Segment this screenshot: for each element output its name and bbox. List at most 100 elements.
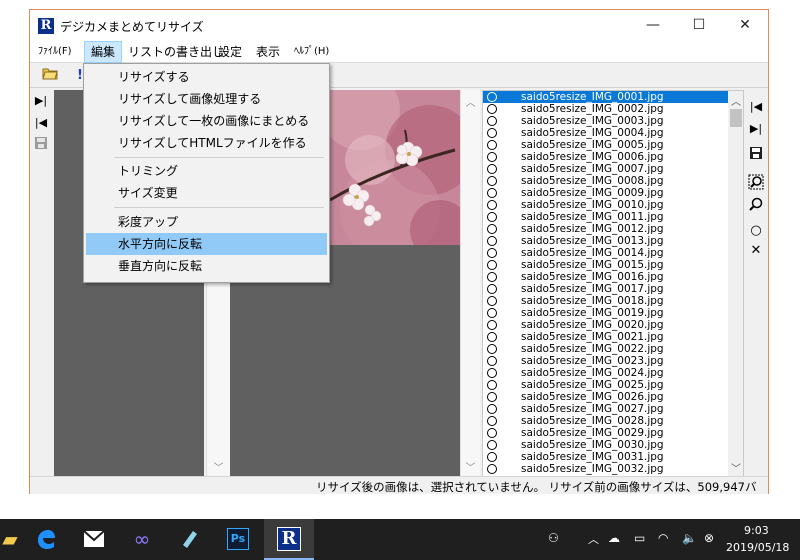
save-disabled-icon[interactable] (32, 136, 50, 154)
file-list-item[interactable]: saido5resize_IMG_0022.jpg (483, 343, 728, 355)
open-folder-icon[interactable] (40, 66, 60, 86)
menu-item-resize-html[interactable]: リサイズしてHTMLファイルを作る (86, 132, 327, 154)
circle-status-icon (487, 212, 497, 222)
file-list-item[interactable]: saido5resize_IMG_0003.jpg (483, 115, 728, 127)
file-list-scrollbar[interactable]: ︿ ﹀ (728, 91, 743, 477)
menu-item-flip-vertical[interactable]: 垂直方向に反転 (86, 255, 327, 277)
preview-scrollbar[interactable]: ︿ ﹀ (460, 90, 480, 478)
clock-date[interactable]: 2019/05/18 (726, 541, 789, 554)
file-list-item[interactable]: saido5resize_IMG_0015.jpg (483, 259, 728, 271)
file-list-item[interactable]: saido5resize_IMG_0026.jpg (483, 391, 728, 403)
file-list-item[interactable]: saido5resize_IMG_0006.jpg (483, 151, 728, 163)
file-list-item[interactable]: saido5resize_IMG_0018.jpg (483, 295, 728, 307)
circle-status-icon (487, 272, 497, 282)
cross-mark-icon[interactable]: ✕ (747, 242, 765, 260)
file-list-item[interactable]: saido5resize_IMG_0007.jpg (483, 163, 728, 175)
move-left-icon[interactable]: |◀ (32, 114, 50, 132)
menu-item-resize-and-process[interactable]: リサイズして画像処理する (86, 88, 327, 110)
menu-view[interactable]: 表示 (250, 41, 286, 63)
menu-settings[interactable]: 設定 (212, 41, 248, 63)
file-name: saido5resize_IMG_0024.jpg (521, 367, 664, 379)
file-list-item[interactable]: saido5resize_IMG_0011.jpg (483, 211, 728, 223)
circle-status-icon (487, 152, 497, 162)
file-list-item[interactable]: saido5resize_IMG_0002.jpg (483, 103, 728, 115)
file-list-item[interactable]: saido5resize_IMG_0016.jpg (483, 271, 728, 283)
file-list-item[interactable]: saido5resize_IMG_0001.jpg (483, 91, 728, 103)
file-list-item[interactable]: saido5resize_IMG_0023.jpg (483, 355, 728, 367)
file-list-item[interactable]: saido5resize_IMG_0004.jpg (483, 127, 728, 139)
volume-icon[interactable]: 🔈 (682, 531, 697, 545)
scroll-down-icon[interactable]: ﹀ (728, 460, 743, 475)
zoom-icon[interactable] (747, 196, 765, 214)
file-list-item[interactable]: saido5resize_IMG_0030.jpg (483, 439, 728, 451)
menu-edit[interactable]: 編集 (84, 41, 123, 63)
menu-file[interactable]: ﾌｧｲﾙ(F) (32, 41, 78, 63)
file-list-item[interactable]: saido5resize_IMG_0009.jpg (483, 187, 728, 199)
circle-status-icon (487, 308, 497, 318)
clock-time[interactable]: 9:03 (744, 524, 769, 537)
onedrive-cloud-icon[interactable]: ☁ (608, 531, 620, 545)
save-icon[interactable] (747, 146, 765, 164)
circle-status-icon (487, 368, 497, 378)
mail-icon[interactable] (70, 519, 118, 560)
menu-item-saturation-up[interactable]: 彩度アップ (86, 211, 327, 233)
file-name: saido5resize_IMG_0010.jpg (521, 199, 664, 211)
resize-app-taskbar-button[interactable]: R (264, 519, 314, 560)
file-list-item[interactable]: saido5resize_IMG_0032.jpg (483, 463, 728, 475)
file-list-item[interactable]: saido5resize_IMG_0019.jpg (483, 307, 728, 319)
file-list-item[interactable]: saido5resize_IMG_0027.jpg (483, 403, 728, 415)
file-list-item[interactable]: saido5resize_IMG_0017.jpg (483, 283, 728, 295)
file-list-item[interactable]: saido5resize_IMG_0005.jpg (483, 139, 728, 151)
file-list-item[interactable]: saido5resize_IMG_0021.jpg (483, 331, 728, 343)
file-name: saido5resize_IMG_0006.jpg (521, 151, 664, 163)
battery-icon[interactable]: ▭ (634, 531, 645, 545)
file-list[interactable]: saido5resize_IMG_0001.jpg saido5resize_IM… (482, 90, 744, 478)
file-name: saido5resize_IMG_0013.jpg (521, 235, 664, 247)
move-left-icon[interactable]: |◀ (747, 98, 765, 116)
circle-mark-icon[interactable]: ○ (747, 222, 765, 240)
chevron-up-icon[interactable]: ︿ (588, 531, 599, 547)
scrollbar-thumb[interactable] (730, 109, 742, 127)
notification-icon[interactable]: ⊗ (704, 531, 714, 545)
resize-app-icon: R (277, 527, 301, 551)
file-list-item[interactable]: saido5resize_IMG_0008.jpg (483, 175, 728, 187)
minimize-button[interactable]: — (630, 10, 676, 41)
scroll-up-icon[interactable]: ︿ (461, 94, 480, 109)
scroll-down-icon[interactable]: ﹀ (461, 459, 480, 474)
edge-browser-icon[interactable] (22, 519, 70, 560)
menu-item-flip-horizontal[interactable]: 水平方向に反転 (86, 233, 327, 255)
move-right-icon[interactable]: ▶| (747, 120, 765, 138)
file-list-item[interactable]: saido5resize_IMG_0012.jpg (483, 223, 728, 235)
notes-app-icon[interactable] (166, 519, 214, 560)
menu-item-trimming[interactable]: トリミング (86, 160, 327, 182)
file-list-item[interactable]: saido5resize_IMG_0028.jpg (483, 415, 728, 427)
taskbar: ▰ ∞ Ps R ⚇ ︿ ☁ ▭ ◠ 🔈 ⊗ 9:03 2019/05/18 (0, 519, 800, 560)
menu-item-size-change[interactable]: サイズ変更 (86, 182, 327, 204)
people-icon[interactable]: ⚇ (548, 531, 559, 545)
file-list-item[interactable]: saido5resize_IMG_0013.jpg (483, 235, 728, 247)
file-list-item[interactable]: saido5resize_IMG_0020.jpg (483, 319, 728, 331)
title-bar[interactable]: R デジカメまとめてリサイズ — ☐ ✕ (30, 10, 768, 41)
zoom-fit-icon[interactable] (747, 174, 765, 192)
file-list-item[interactable]: saido5resize_IMG_0024.jpg (483, 367, 728, 379)
maximize-button[interactable]: ☐ (676, 10, 722, 41)
infinity-app-icon[interactable]: ∞ (118, 519, 166, 560)
menu-item-resize-combine[interactable]: リサイズして一枚の画像にまとめる (86, 110, 327, 132)
file-name: saido5resize_IMG_0023.jpg (521, 355, 664, 367)
move-right-icon[interactable]: ▶| (32, 92, 50, 110)
scroll-down-icon[interactable]: ﹀ (207, 459, 230, 474)
circle-status-icon (487, 284, 497, 294)
close-button[interactable]: ✕ (722, 10, 768, 41)
circle-status-icon (487, 140, 497, 150)
scroll-up-icon[interactable]: ︿ (728, 93, 743, 108)
wifi-icon[interactable]: ◠ (658, 531, 668, 545)
photoshop-icon[interactable]: Ps (214, 519, 262, 560)
file-list-item[interactable]: saido5resize_IMG_0031.jpg (483, 451, 728, 463)
file-name: saido5resize_IMG_0025.jpg (521, 379, 664, 391)
menu-help[interactable]: ﾍﾙﾌﾟ(H) (288, 41, 335, 63)
file-list-item[interactable]: saido5resize_IMG_0014.jpg (483, 247, 728, 259)
file-list-item[interactable]: saido5resize_IMG_0025.jpg (483, 379, 728, 391)
file-list-item[interactable]: saido5resize_IMG_0029.jpg (483, 427, 728, 439)
file-list-item[interactable]: saido5resize_IMG_0010.jpg (483, 199, 728, 211)
menu-item-resize[interactable]: リサイズする (86, 66, 327, 88)
